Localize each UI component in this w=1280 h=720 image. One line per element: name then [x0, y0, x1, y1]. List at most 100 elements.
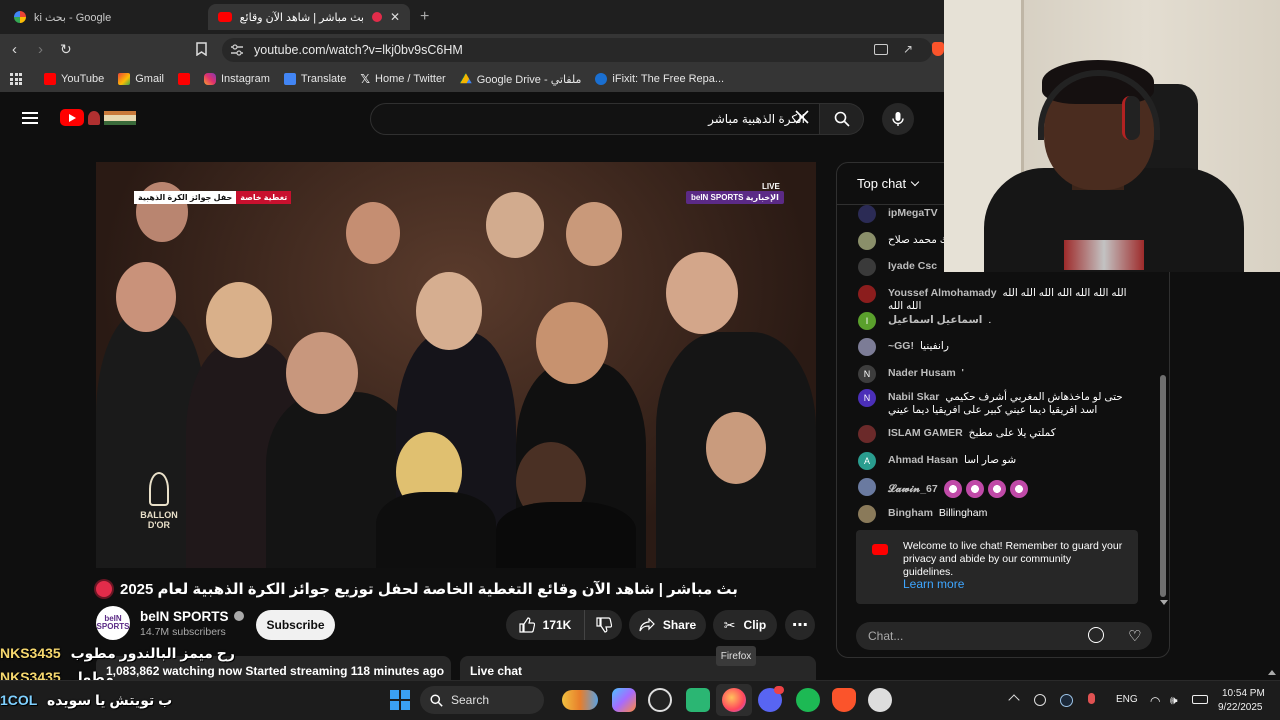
chat-author[interactable]: Nader Husam: [888, 367, 956, 379]
chat-avatar[interactable]: [858, 258, 876, 276]
chat-message[interactable]: 𝓛𝓪𝔀𝓲𝓷_67: [858, 478, 1032, 498]
microphone-tray-icon[interactable]: [1088, 693, 1095, 704]
like-button[interactable]: 171K: [506, 610, 584, 640]
new-tab-button[interactable]: +: [420, 8, 429, 26]
bookmark-ifixit[interactable]: iFixit: The Free Repa...: [595, 73, 724, 85]
wifi-icon[interactable]: ◠: [1150, 694, 1160, 708]
obs-icon[interactable]: [648, 688, 672, 712]
battery-icon[interactable]: [1192, 695, 1208, 704]
chat-message[interactable]: ~GG! رانفينيا: [858, 338, 949, 356]
address-bar[interactable]: youtube.com/watch?v=lkj0bv9sC6HM: [222, 38, 932, 62]
live-chat-section[interactable]: Live chat: [460, 656, 816, 682]
clear-search-icon[interactable]: [794, 109, 810, 125]
chat-scrollbar[interactable]: [1160, 375, 1166, 597]
language-indicator[interactable]: ENG: [1116, 694, 1138, 705]
share-button[interactable]: Share: [629, 610, 706, 640]
chat-author[interactable]: Nabil Skar: [888, 391, 939, 403]
clip-button[interactable]: ✂ Clip: [713, 610, 777, 640]
video-player[interactable]: حفل جوائز الكرة الذهبية تغطية خاصة LIVE …: [96, 162, 816, 568]
chat-avatar[interactable]: [858, 425, 876, 443]
chat-message[interactable]: N Nabil Skar حتى لو ماخذهاش المغربي أشرف ح…: [858, 389, 1128, 417]
android-studio-icon[interactable]: [686, 688, 710, 712]
tab-title: ki بحث - Google: [34, 11, 112, 24]
top-chat-dropdown[interactable]: Top chat: [857, 176, 920, 191]
chat-author[interactable]: 𝓛𝓪𝔀𝓲𝓷_67: [888, 483, 938, 495]
copilot-icon[interactable]: [612, 688, 636, 712]
bookmark-gmail[interactable]: Gmail: [118, 73, 164, 85]
chat-author[interactable]: ipMegaTV: [888, 207, 938, 219]
chat-author[interactable]: Iyade Csc: [888, 260, 937, 272]
site-settings-icon[interactable]: [230, 44, 244, 56]
chat-input[interactable]: Chat...: [856, 622, 1152, 650]
chat-avatar[interactable]: N: [858, 365, 876, 383]
tab-youtube-live[interactable]: بث مباشر | شاهد الآن وقائع الت ✕: [208, 4, 410, 30]
more-actions-button[interactable]: ⋯: [785, 610, 815, 640]
notification-caret-icon[interactable]: [1268, 670, 1276, 675]
apps-grid-icon[interactable]: [10, 73, 22, 85]
chat-message[interactable]: Iyade Csc: [858, 258, 943, 276]
tray-app-icon[interactable]: [1034, 694, 1046, 706]
menu-icon[interactable]: [22, 112, 38, 124]
chat-avatar[interactable]: [858, 232, 876, 250]
channel-name[interactable]: beIN SPORTS: [140, 609, 229, 624]
chat-avatar[interactable]: [858, 338, 876, 356]
back-icon[interactable]: ‹: [12, 41, 17, 58]
taskbar-search[interactable]: Search: [420, 686, 544, 714]
bookmark-translate[interactable]: Translate: [283, 73, 346, 85]
chat-author[interactable]: ISLAM GAMER: [888, 427, 963, 439]
share-page-icon[interactable]: ↗: [903, 42, 913, 56]
chat-author[interactable]: Youssef Almohamady: [888, 287, 997, 299]
chat-avatar[interactable]: I: [858, 312, 876, 330]
youtube-play-logo-icon: [60, 109, 84, 126]
heart-icon[interactable]: ♡: [1128, 627, 1141, 645]
bookmark-icon[interactable]: [196, 42, 207, 56]
url-text[interactable]: youtube.com/watch?v=lkj0bv9sC6HM: [254, 43, 463, 57]
clock-date[interactable]: 9/22/2025: [1218, 702, 1263, 713]
emoji-icon[interactable]: [1088, 627, 1104, 643]
subscribe-button[interactable]: Subscribe: [256, 610, 335, 640]
chat-avatar[interactable]: N: [858, 389, 876, 407]
chat-avatar[interactable]: A: [858, 452, 876, 470]
chat-message[interactable]: N Nader Husam ': [858, 365, 964, 383]
youtube-logo[interactable]: [60, 109, 136, 126]
brave-shield-icon[interactable]: [932, 42, 944, 56]
scroll-down-arrow-icon[interactable]: [1160, 600, 1168, 605]
chat-avatar[interactable]: [858, 285, 876, 303]
steam-icon[interactable]: [1060, 694, 1073, 707]
chat-avatar[interactable]: [858, 478, 876, 496]
chat-author[interactable]: Bingham: [888, 507, 933, 519]
chat-message[interactable]: ISLAM GAMER كملتي يلا على مطبخ: [858, 425, 1056, 443]
voice-search-button[interactable]: [882, 103, 914, 135]
brave-icon[interactable]: [832, 688, 856, 712]
forward-icon[interactable]: ›: [38, 41, 43, 58]
chat-message[interactable]: Bingham Billingham: [858, 505, 987, 523]
chat-avatar[interactable]: [858, 205, 876, 223]
dislike-button[interactable]: [584, 610, 622, 640]
search-button[interactable]: [820, 103, 864, 135]
chat-author[interactable]: Ahmad Hasan: [888, 454, 958, 466]
clock-time[interactable]: 10:54 PM: [1222, 688, 1265, 699]
bookmark-twitter[interactable]: 𝕏 Home / Twitter: [360, 72, 445, 86]
spotify-icon[interactable]: [796, 688, 820, 712]
chat-avatar[interactable]: [858, 505, 876, 523]
chat-author[interactable]: اسماعيل اسماعيل: [888, 314, 982, 326]
channel-avatar[interactable]: beIN SPORTS: [96, 606, 130, 640]
learn-more-link[interactable]: Learn more: [903, 577, 964, 591]
cast-icon[interactable]: [874, 44, 888, 55]
bookmark-instagram[interactable]: Instagram: [203, 73, 270, 85]
chat-message[interactable]: I اسماعيل اسماعيل.: [858, 312, 991, 330]
game-app-icon[interactable]: [868, 688, 892, 712]
chat-message[interactable]: Youssef Almohamady الله الله الله الله ال…: [858, 285, 1128, 313]
tab-google-search[interactable]: ki بحث - Google: [4, 4, 204, 30]
search-input[interactable]: الكرة الذهبية مباشر: [370, 103, 820, 135]
windows-start-icon[interactable]: [390, 690, 410, 710]
reload-icon[interactable]: ↻: [60, 41, 72, 58]
close-tab-icon[interactable]: ✕: [390, 10, 400, 24]
bookmark-youtube[interactable]: YouTube: [44, 73, 104, 85]
bookmark-youtube-icon-only[interactable]: [177, 73, 190, 85]
chat-message[interactable]: ipMegaTV: [858, 205, 944, 223]
bookmark-google-drive[interactable]: Google Drive - ملفاتي: [459, 73, 581, 86]
chat-author[interactable]: ~GG!: [888, 340, 914, 352]
volume-icon[interactable]: 🕪: [1170, 693, 1178, 708]
chat-message[interactable]: A Ahmad Hasan شو صار اسا: [858, 452, 1016, 470]
